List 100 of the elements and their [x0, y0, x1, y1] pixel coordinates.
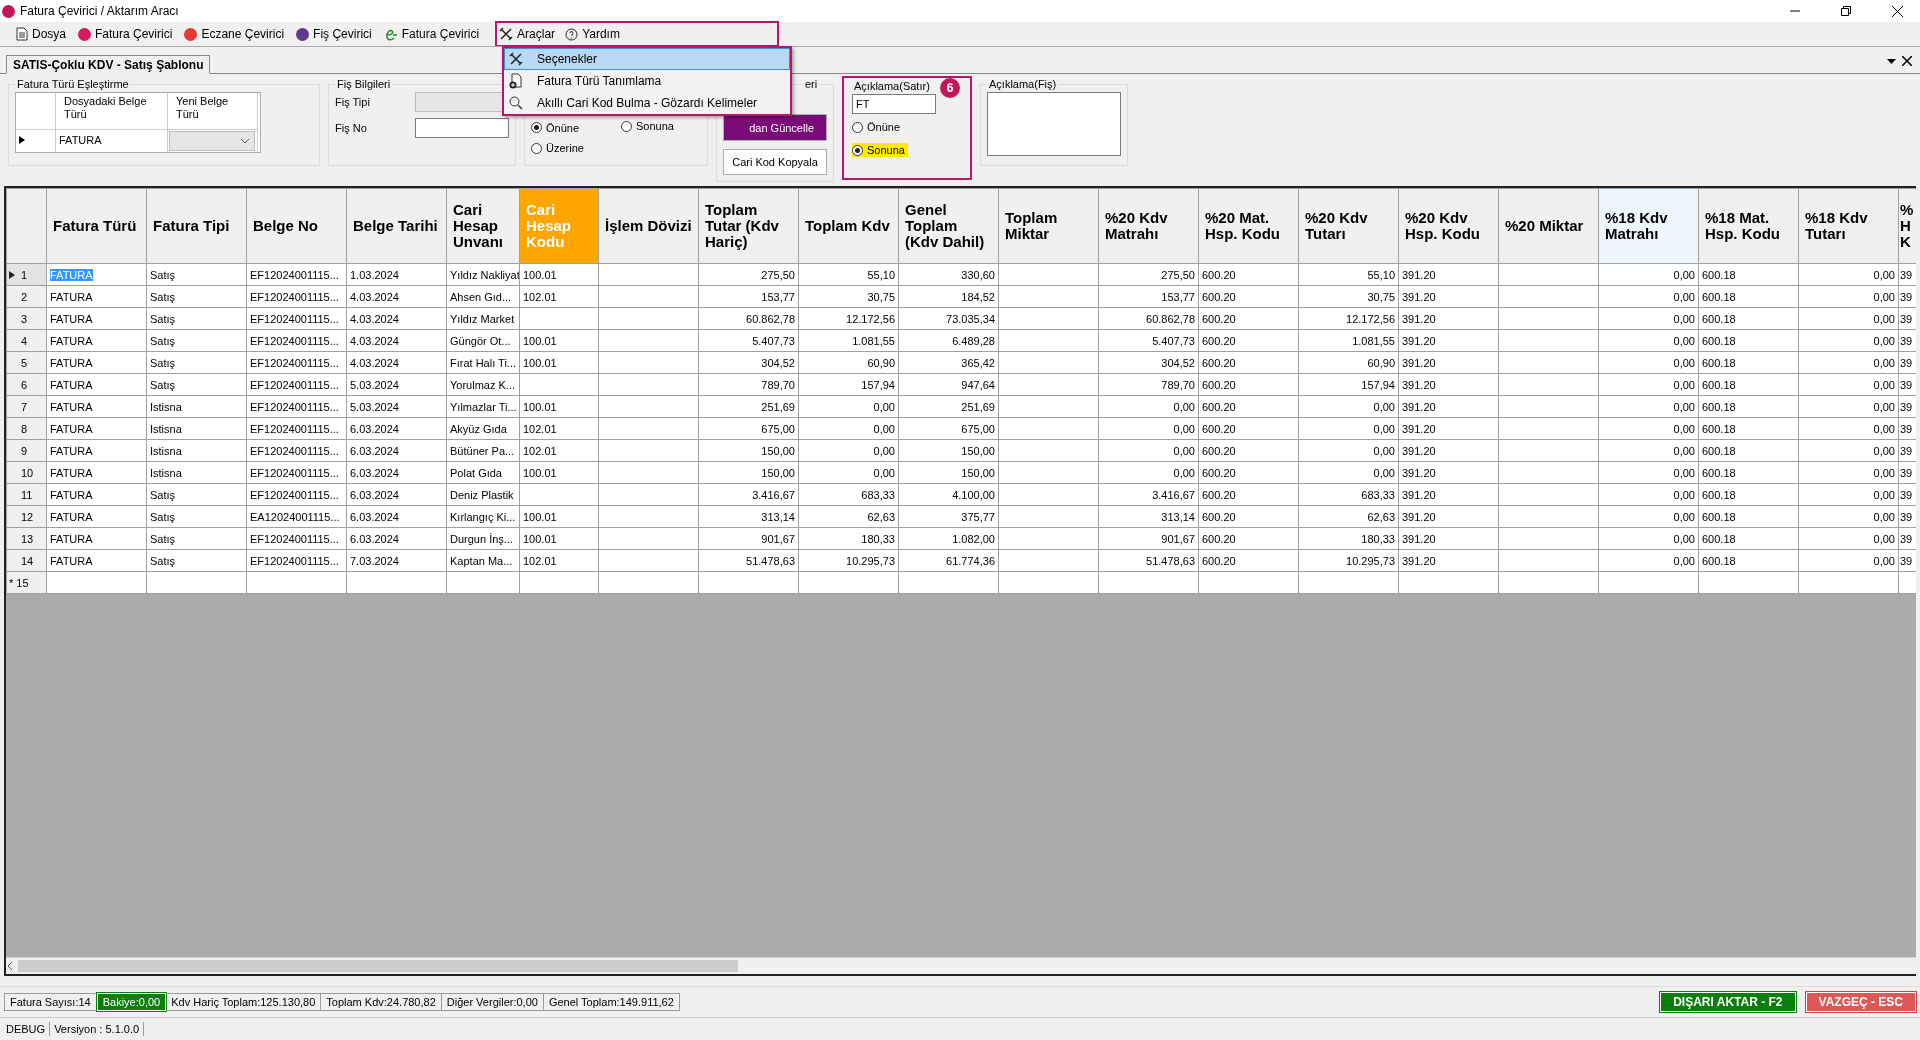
column-header[interactable]: Fatura Tipi	[146, 188, 247, 264]
radio-option[interactable]: Önüne	[852, 120, 904, 134]
column-header[interactable]: %20 Kdv Hsp. Kodu	[1398, 188, 1499, 264]
table-cell: Satış	[146, 373, 247, 396]
table-cell: 275,50	[1098, 263, 1199, 286]
table-cell: 55,10	[798, 263, 899, 286]
table-cell: 0,00	[1598, 329, 1699, 352]
menu-item[interactable]: Dosya	[14, 23, 74, 45]
action-button[interactable]: DIŞARI AKTAR - F2	[1660, 992, 1796, 1012]
dropdown-item[interactable]: Fatura Türü Tanımlama	[504, 70, 790, 92]
radio-option[interactable]: Sonuna	[621, 119, 677, 133]
row-header[interactable]: 9	[6, 439, 47, 462]
column-header[interactable]: Fatura Türü	[46, 188, 147, 264]
row-header[interactable]: 7	[6, 395, 47, 418]
column-header[interactable]: Toplam Miktar	[998, 188, 1099, 264]
status-item: DEBUG	[2, 1022, 51, 1036]
table-cell: Polat Gıda	[446, 461, 520, 484]
column-header[interactable]: %18 Mat. Hsp. Kodu	[1698, 188, 1799, 264]
table-cell: 600.20	[1198, 329, 1299, 352]
row-header[interactable]: 1	[6, 263, 47, 286]
row-header[interactable]: 11	[6, 483, 47, 506]
menu-item[interactable]: Fiş Çevirici	[294, 23, 380, 45]
table-cell: Fırat Halı Ti...	[446, 351, 520, 374]
menu-item[interactable]: Fatura Çevirici	[76, 23, 181, 45]
table-cell: Satış	[146, 351, 247, 374]
table-cell: 0,00	[1098, 395, 1199, 418]
action-button[interactable]: VAZGEÇ - ESC	[1805, 992, 1916, 1012]
table-cell: 901,67	[698, 527, 799, 550]
column-header[interactable]: Genel Toplam (Kdv Dahil)	[898, 188, 999, 264]
column-header[interactable]: Belge Tarihi	[346, 188, 447, 264]
row-header[interactable]: 12	[6, 505, 47, 528]
column-header[interactable]: %20 Mat. Hsp. Kodu	[1198, 188, 1299, 264]
table-cell: 600.20	[1198, 505, 1299, 528]
row-header[interactable]: 6	[6, 373, 47, 396]
row-header[interactable]: 10	[6, 461, 47, 484]
radio-option[interactable]: Önüne	[531, 120, 583, 135]
table-cell: 600.20	[1198, 527, 1299, 550]
row-header[interactable]: 2	[6, 285, 47, 308]
horizontal-scrollbar[interactable]	[6, 957, 1916, 974]
table-cell: 600.20	[1198, 263, 1299, 286]
action-button[interactable]: Cari Kod Kopyala	[723, 149, 827, 175]
action-button[interactable]: dan Güncelle	[723, 114, 827, 142]
table-cell: 100.01	[519, 395, 599, 418]
document-tab[interactable]: SATIS-Çoklu KDV - Satış Şablonu	[6, 55, 211, 74]
table-cell: 313,14	[698, 505, 799, 528]
table-cell: FATURA	[46, 263, 147, 286]
row-header[interactable]: 8	[6, 417, 47, 440]
column-header[interactable]: %20 Kdv Tutarı	[1298, 188, 1399, 264]
column-header[interactable]: Belge No	[246, 188, 347, 264]
table-cell: 0,00	[1098, 461, 1199, 484]
group-title: Açıklama(Fiş)	[988, 78, 1058, 90]
table-cell: 600.18	[1698, 527, 1799, 550]
table-cell: Yorulmaz K...	[446, 373, 520, 396]
radio-option[interactable]: Üzerine	[531, 141, 587, 155]
row-header[interactable]: 3	[6, 307, 47, 330]
table-cell: 100.01	[519, 505, 599, 528]
menu-item[interactable]: Fatura Çevirici	[381, 23, 488, 45]
table-cell: 4.100,00	[898, 483, 999, 506]
dropdown-item[interactable]: Seçenekler	[504, 48, 790, 70]
column-header[interactable]: %20 Kdv Matrahı	[1098, 188, 1199, 264]
row-header[interactable]: 14	[6, 549, 47, 572]
row-header[interactable]: 4	[6, 329, 47, 352]
table-cell: Satış	[146, 307, 247, 330]
table-cell: 391.20	[1398, 417, 1499, 440]
table-cell: 391.20	[1398, 395, 1499, 418]
table-cell: 150,00	[698, 439, 799, 462]
table-cell: 10.295,73	[1298, 549, 1399, 572]
scrollbar-thumb[interactable]	[18, 960, 738, 972]
column-header[interactable]: Cari Hesap Unvanı	[446, 188, 520, 264]
table-cell: 0,00	[1298, 461, 1399, 484]
text-area[interactable]	[987, 92, 1121, 156]
dropdown-item[interactable]: Akıllı Cari Kod Bulma - Gözardı Kelimeler	[504, 92, 790, 114]
radio-option[interactable]: Sonuna	[852, 143, 908, 157]
close-icon[interactable]	[1902, 56, 1912, 66]
table-cell: 5.407,73	[698, 329, 799, 352]
menu-item[interactable]: Eczane Çevirici	[182, 23, 293, 45]
table-cell: 0,00	[1798, 285, 1899, 308]
table-cell: 0,00	[1798, 549, 1899, 572]
text-field[interactable]	[415, 118, 509, 138]
table-cell: 0,00	[1598, 527, 1699, 550]
column-header[interactable]: İşlem Dövizi	[598, 188, 699, 264]
column-header[interactable]: Toplam Kdv	[798, 188, 899, 264]
column-header[interactable]: %18 Kdv Tutarı	[1798, 188, 1899, 264]
table-cell: 391.20	[1398, 439, 1499, 462]
row-header[interactable]: * 15	[6, 571, 47, 594]
column-header[interactable]: Toplam Tutar (Kdv Hariç)	[698, 188, 799, 264]
document-icon	[16, 27, 28, 41]
group-title: Açıklama(Satır)	[853, 80, 931, 92]
menu-item[interactable]: Araçlar	[497, 23, 564, 45]
table-cell: 12.172,56	[798, 307, 899, 330]
column-header[interactable]: %18 Kdv Matrahı	[1598, 188, 1699, 264]
text-field[interactable]: FT	[852, 94, 936, 114]
row-header[interactable]: 13	[6, 527, 47, 550]
scroll-left-icon[interactable]	[6, 962, 14, 970]
row-header[interactable]: 5	[6, 351, 47, 374]
dropdown-arrow-icon[interactable]	[1887, 58, 1896, 64]
table-cell: 51.478,63	[1098, 549, 1199, 572]
menu-item[interactable]: Yardım	[563, 23, 628, 45]
table-cell: 789,70	[698, 373, 799, 396]
column-header[interactable]: %20 Miktar	[1498, 188, 1599, 264]
